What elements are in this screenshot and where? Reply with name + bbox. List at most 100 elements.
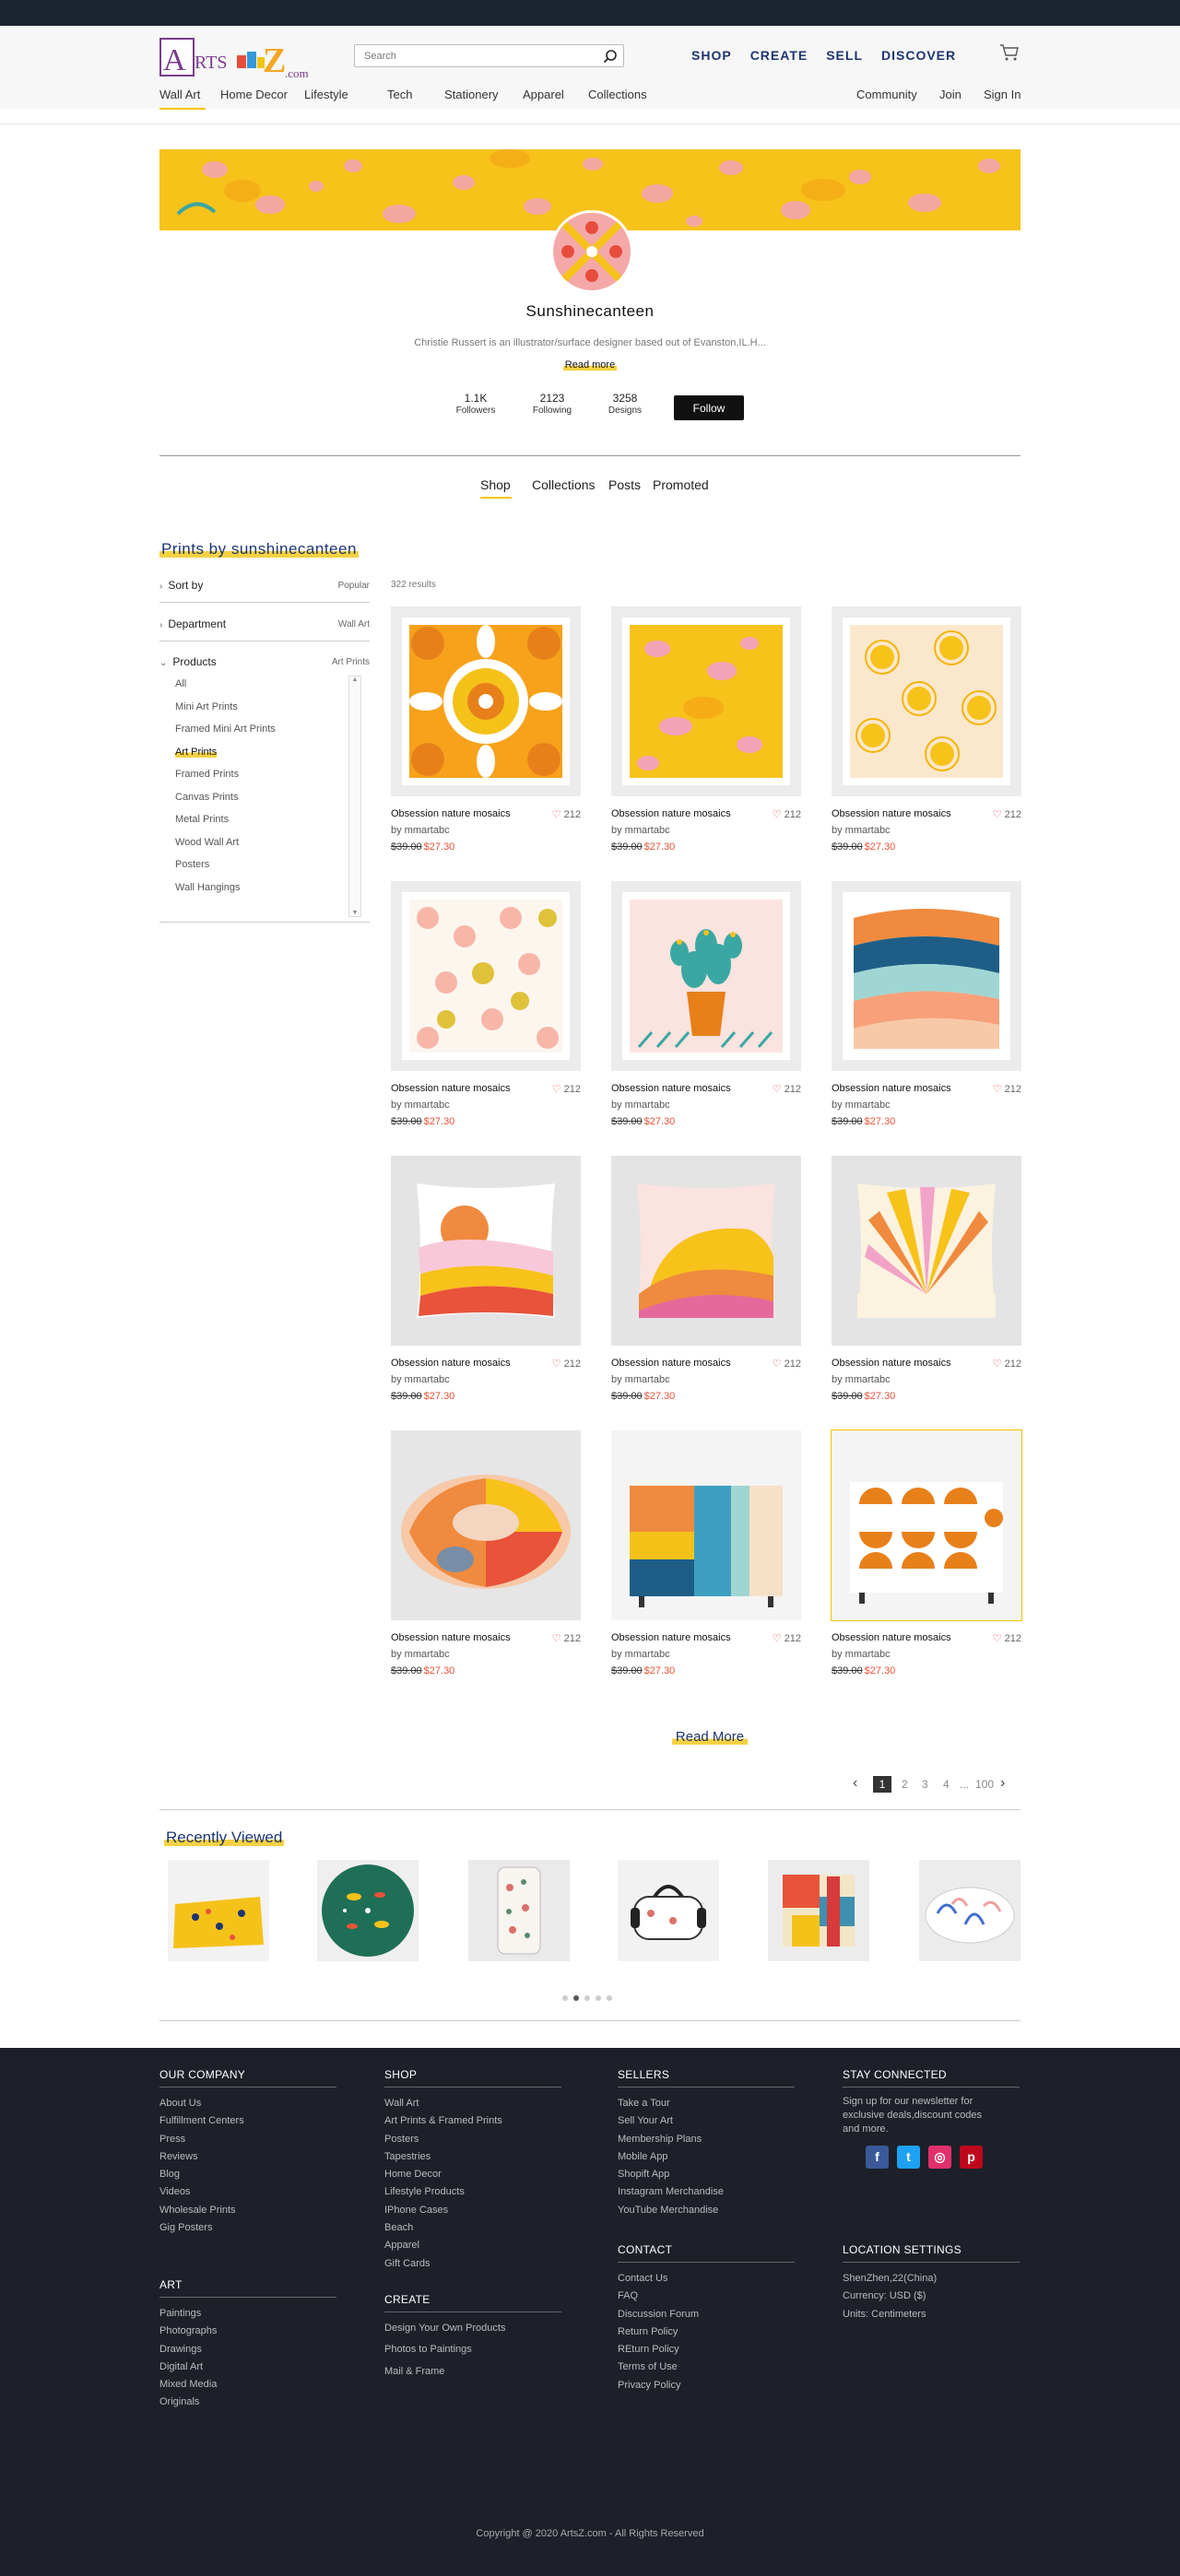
cart-icon[interactable] <box>999 42 1020 63</box>
product-likes[interactable]: ♡ 212 <box>993 1632 1021 1644</box>
search-box[interactable] <box>354 44 624 67</box>
stat-following[interactable]: 2123 Following <box>520 392 584 418</box>
carousel-dot[interactable] <box>596 1995 601 2001</box>
heart-icon[interactable]: ♡ <box>552 1633 561 1644</box>
filter-sort-by[interactable]: › Sort by Popular <box>159 579 370 592</box>
product-type-item[interactable]: Framed Prints <box>175 768 360 791</box>
nav-sell[interactable]: SELL <box>826 48 863 63</box>
product-title[interactable]: Obsession nature mosaics <box>832 1632 951 1643</box>
product-image[interactable] <box>611 881 801 1071</box>
page-link[interactable]: 2 <box>902 1778 908 1791</box>
footer-link[interactable]: Mixed Media <box>159 2376 336 2394</box>
footer-link[interactable]: Discussion Forum <box>618 2306 795 2323</box>
location-region[interactable]: ShenZhen,22(China) <box>843 2270 1020 2288</box>
scroll-down-icon[interactable]: ▼ <box>349 910 360 916</box>
product-artist[interactable]: by mmartabc <box>391 1649 581 1660</box>
product-likes[interactable]: ♡ 212 <box>773 808 801 820</box>
product-card[interactable]: Obsession nature mosaics ♡ 212 by mmartabc… <box>831 1429 1022 1676</box>
footer-link[interactable]: Apparel <box>384 2237 561 2254</box>
footer-link[interactable]: FAQ <box>618 2288 795 2305</box>
nav-create[interactable]: CREATE <box>750 48 808 63</box>
footer-link[interactable]: Lifestyle Products <box>384 2183 561 2201</box>
heart-icon[interactable]: ♡ <box>993 809 1002 820</box>
footer-link[interactable]: REturn Policy <box>618 2341 795 2358</box>
profile-avatar[interactable] <box>550 210 633 293</box>
nav-shop[interactable]: SHOP <box>691 48 732 63</box>
footer-link[interactable]: Instagram Merchandise <box>618 2183 795 2201</box>
recently-viewed-item[interactable] <box>468 1860 570 1961</box>
recently-viewed-item[interactable] <box>768 1860 869 1961</box>
product-title[interactable]: Obsession nature mosaics <box>832 808 951 819</box>
footer-link[interactable]: Mobile App <box>618 2148 795 2166</box>
product-likes[interactable]: ♡ 212 <box>993 808 1021 820</box>
recently-viewed-item[interactable] <box>919 1860 1021 1961</box>
product-artist[interactable]: by mmartabc <box>391 825 581 836</box>
product-type-item[interactable]: Wall Hangings <box>175 881 360 904</box>
heart-icon[interactable]: ♡ <box>773 1359 782 1370</box>
product-artist[interactable]: by mmartabc <box>832 1100 1021 1111</box>
bio-read-more-link[interactable]: Read more <box>544 359 636 371</box>
sign-in-link[interactable]: Sign In <box>984 88 1021 101</box>
footer-link[interactable]: Videos <box>159 2183 336 2201</box>
product-image[interactable] <box>832 1156 1021 1346</box>
heart-icon[interactable]: ♡ <box>773 809 782 820</box>
product-card[interactable]: Obsession nature mosaics ♡ 212 by mmartabc… <box>611 1156 801 1402</box>
community-link[interactable]: Community <box>856 88 917 101</box>
heart-icon[interactable]: ♡ <box>552 1084 561 1095</box>
footer-link[interactable]: Contact Us <box>618 2270 795 2288</box>
footer-link[interactable]: Privacy Policy <box>618 2377 795 2394</box>
product-card[interactable]: Obsession nature mosaics ♡ 212 by mmartabc… <box>611 1430 801 1676</box>
follow-button[interactable]: Follow <box>674 395 744 420</box>
product-artist[interactable]: by mmartabc <box>391 1374 581 1385</box>
footer-link[interactable]: Photos to Paintings <box>384 2341 561 2358</box>
read-more-label[interactable]: Read More <box>671 1729 749 1745</box>
product-artist[interactable]: by mmartabc <box>611 1374 801 1385</box>
cat-lifestyle[interactable]: Lifestyle <box>304 88 348 101</box>
product-artist[interactable]: by mmartabc <box>611 1100 801 1111</box>
footer-link[interactable]: Membership Plans <box>618 2131 795 2148</box>
footer-link[interactable]: Tapestries <box>384 2148 561 2166</box>
product-card[interactable]: Obsession nature mosaics ♡ 212 by mmartabc… <box>391 881 581 1127</box>
product-type-item[interactable]: Canvas Prints <box>175 791 360 814</box>
product-title[interactable]: Obsession nature mosaics <box>391 1632 511 1643</box>
footer-link[interactable]: Press <box>159 2131 336 2148</box>
carousel-dot-active[interactable] <box>573 1995 579 2001</box>
product-card[interactable]: Obsession nature mosaics ♡ 212 by mmartabc… <box>832 881 1021 1127</box>
footer-link[interactable]: Photographs <box>159 2323 336 2340</box>
product-image[interactable] <box>391 881 581 1071</box>
recently-viewed-item[interactable] <box>618 1860 719 1961</box>
filter-products[interactable]: ⌄ Products Art Prints <box>159 655 370 668</box>
cat-tech[interactable]: Tech <box>387 88 412 101</box>
recently-viewed-item[interactable] <box>317 1860 419 1961</box>
product-type-item[interactable]: All <box>175 677 360 700</box>
heart-icon[interactable]: ♡ <box>773 1084 782 1095</box>
product-title[interactable]: Obsession nature mosaics <box>611 1083 731 1094</box>
product-type-item[interactable]: Metal Prints <box>175 813 360 836</box>
cat-wall-art[interactable]: Wall Art <box>159 88 200 101</box>
footer-link[interactable]: Sell Your Art <box>618 2112 795 2130</box>
product-likes[interactable]: ♡ 212 <box>552 808 581 820</box>
nav-discover[interactable]: DISCOVER <box>881 48 956 63</box>
footer-link[interactable]: Take a Tour <box>618 2095 795 2112</box>
product-artist[interactable]: by mmartabc <box>832 1649 1021 1660</box>
location-currency[interactable]: Currency: USD ($) <box>843 2288 1020 2305</box>
footer-link[interactable]: Digital Art <box>159 2358 336 2376</box>
footer-link[interactable]: Art Prints & Framed Prints <box>384 2112 561 2130</box>
footer-link[interactable]: Wall Art <box>384 2095 561 2112</box>
product-likes[interactable]: ♡ 212 <box>993 1083 1021 1095</box>
footer-link[interactable]: Originals <box>159 2394 336 2411</box>
product-artist[interactable]: by mmartabc <box>832 1374 1021 1385</box>
footer-link[interactable]: YouTube Merchandise <box>618 2202 795 2219</box>
tab-posts[interactable]: Posts <box>608 477 641 492</box>
product-title[interactable]: Obsession nature mosaics <box>832 1083 951 1094</box>
product-title[interactable]: Obsession nature mosaics <box>611 808 731 819</box>
page-link[interactable]: 4 <box>943 1778 950 1791</box>
page-last[interactable]: 100 <box>975 1778 994 1791</box>
carousel-dot[interactable] <box>562 1995 568 2001</box>
product-artist[interactable]: by mmartabc <box>611 1649 801 1660</box>
join-link[interactable]: Join <box>939 88 962 101</box>
search-input[interactable] <box>355 45 585 66</box>
next-page-icon[interactable]: › <box>1000 1775 1005 1792</box>
product-card[interactable]: Obsession nature mosaics ♡ 212 by mmartabc… <box>832 606 1021 853</box>
heart-icon[interactable]: ♡ <box>552 1359 561 1370</box>
